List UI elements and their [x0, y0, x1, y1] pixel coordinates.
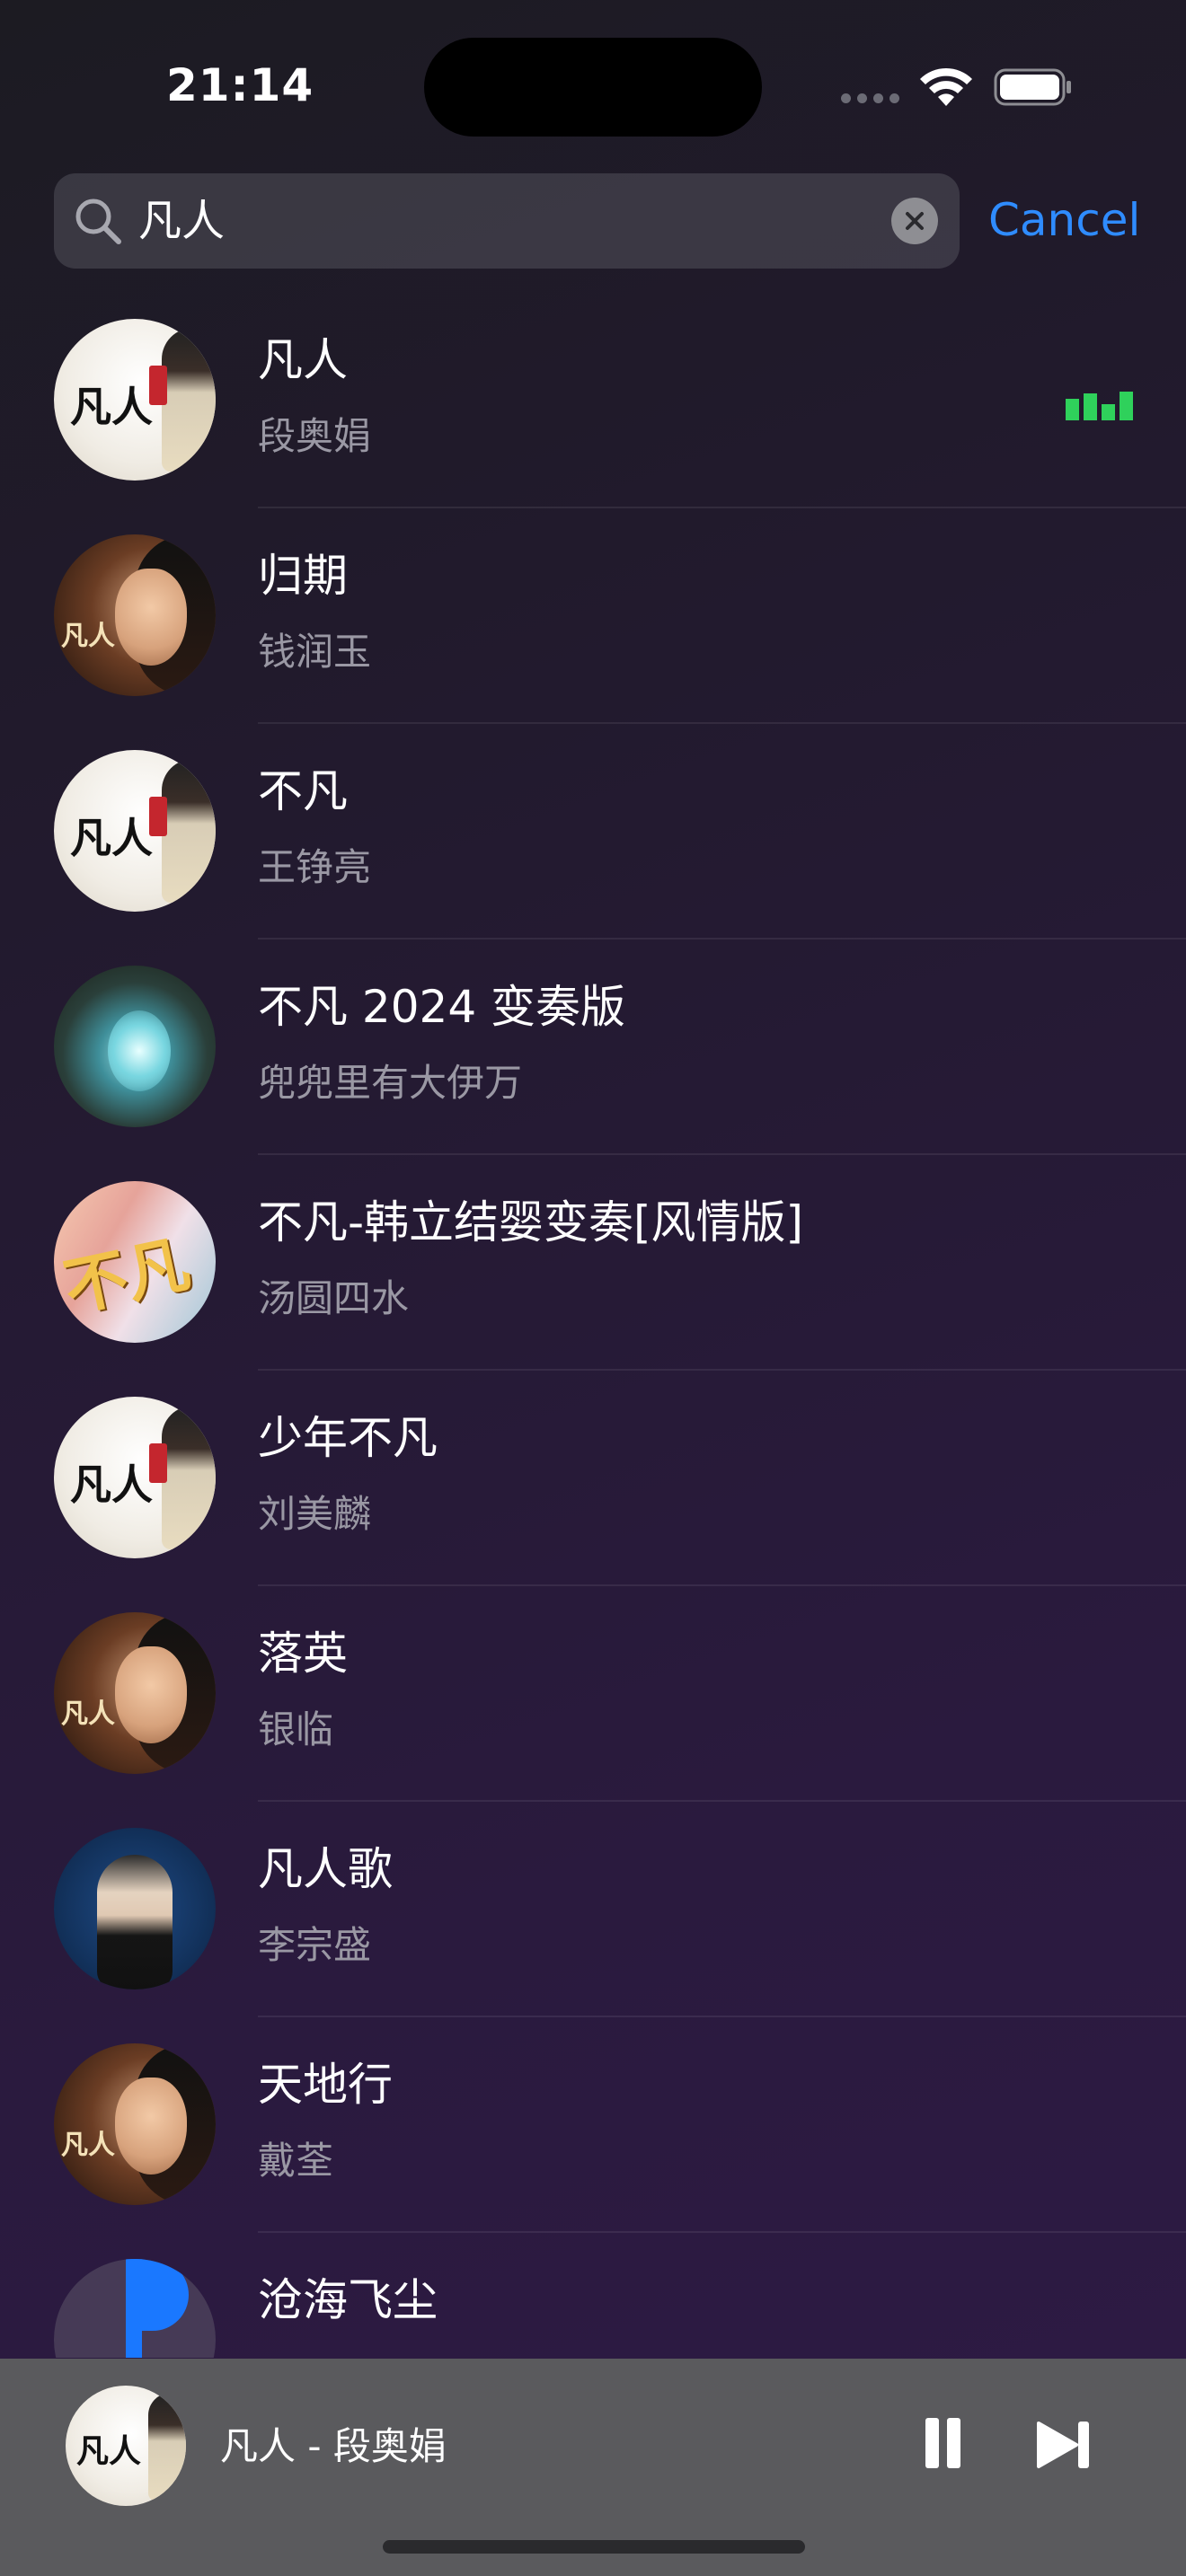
song-artist: 段奥娟: [258, 414, 372, 458]
dynamic-island: [424, 38, 762, 137]
song-row[interactable]: 凡人 少年不凡 刘美麟: [0, 1383, 1186, 1599]
pause-icon: [925, 2418, 939, 2468]
status-time: 21:14: [166, 59, 314, 111]
album-cover: 凡人: [54, 2043, 216, 2205]
song-row[interactable]: 凡人 落英 银临: [0, 1599, 1186, 1814]
song-row[interactable]: 凡人 天地行 戴荃: [0, 2030, 1186, 2245]
cellular-signal-icon: [841, 90, 904, 104]
song-title: 落英: [258, 1628, 348, 1680]
row-divider: [258, 2231, 1186, 2233]
song-title: 不凡 2024 变奏版: [258, 981, 626, 1033]
row-divider: [258, 938, 1186, 940]
pause-button[interactable]: [922, 2418, 963, 2472]
album-cover: 凡人: [54, 1397, 216, 1558]
album-cover: 凡人: [54, 1612, 216, 1774]
song-artist: 兜兜里有大伊万: [258, 1061, 523, 1105]
song-artist: 刘美麟: [258, 1492, 372, 1536]
song-title: 不凡-韩立结婴变奏[风情版]: [258, 1196, 804, 1248]
song-artist: 李宗盛: [258, 1923, 372, 1967]
song-title: 不凡: [258, 765, 348, 817]
search-field[interactable]: 凡人: [54, 173, 960, 269]
song-row[interactable]: 凡人 归期 钱润玉: [0, 521, 1186, 737]
next-track-button[interactable]: [1035, 2420, 1093, 2470]
song-row[interactable]: 凡人歌 李宗盛: [0, 1814, 1186, 2030]
song-title: 沧海飞尘: [258, 2274, 438, 2326]
row-divider: [258, 722, 1186, 724]
song-artist: 银临: [258, 1707, 334, 1751]
search-icon: [72, 195, 124, 247]
wifi-icon: [918, 65, 974, 108]
song-artist: 王铮亮: [258, 845, 372, 889]
song-row[interactable]: 凡人 凡人 段奥娟: [0, 305, 1186, 521]
battery-icon: [994, 68, 1073, 106]
search-results-list[interactable]: 凡人 凡人 段奥娟 凡人 归期 钱润玉 凡人 不凡 王铮亮 不凡 2024 变奏…: [0, 305, 1186, 2358]
row-divider: [258, 1800, 1186, 1802]
song-title: 归期: [258, 550, 348, 602]
song-row[interactable]: 沧海飞尘: [0, 2245, 1186, 2358]
now-playing-title: 凡人 - 段奥娟: [220, 2424, 447, 2468]
song-title: 凡人: [258, 334, 348, 386]
row-divider: [258, 1584, 1186, 1586]
now-playing-equalizer-icon: [1066, 392, 1134, 420]
song-artist: 戴荃: [258, 2139, 334, 2183]
close-icon: [906, 212, 924, 230]
album-cover: 不凡: [54, 1181, 216, 1343]
song-row[interactable]: 不凡 2024 变奏版 兜兜里有大伊万: [0, 952, 1186, 1168]
song-artist: 钱润玉: [258, 630, 372, 674]
song-artist: 汤圆四水: [258, 1276, 410, 1320]
album-cover: 凡人: [54, 534, 216, 696]
row-divider: [258, 507, 1186, 508]
home-indicator[interactable]: [383, 2540, 805, 2554]
song-row[interactable]: 凡人 不凡 王铮亮: [0, 737, 1186, 952]
row-divider: [258, 2016, 1186, 2017]
status-bar: 21:14: [0, 0, 1186, 162]
song-title: 天地行: [258, 2059, 393, 2111]
album-cover: 凡人: [54, 319, 216, 481]
cancel-button[interactable]: Cancel: [988, 190, 1140, 250]
song-title: 少年不凡: [258, 1412, 438, 1464]
skip-forward-icon: [1037, 2422, 1089, 2468]
clear-search-button[interactable]: [891, 198, 938, 244]
song-title: 凡人歌: [258, 1843, 393, 1895]
song-row[interactable]: 不凡 不凡-韩立结婴变奏[风情版] 汤圆四水: [0, 1168, 1186, 1383]
row-divider: [258, 1369, 1186, 1371]
album-cover: [54, 1828, 216, 1989]
album-cover: [54, 966, 216, 1127]
now-playing-cover: 凡人: [66, 2386, 186, 2506]
album-cover: [54, 2259, 216, 2358]
album-cover: 凡人: [54, 750, 216, 912]
row-divider: [258, 1153, 1186, 1155]
search-input[interactable]: 凡人: [138, 191, 225, 251]
